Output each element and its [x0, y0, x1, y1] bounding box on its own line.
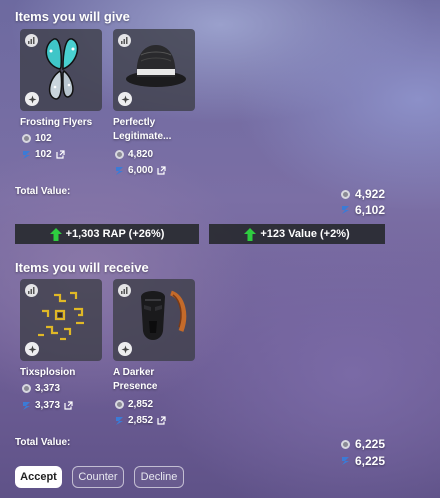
item-value-perfectly-legitimate[interactable]: 6,000 [115, 165, 166, 176]
item-value-a-darker-presence[interactable]: 2,852 [115, 415, 166, 426]
value-icon [116, 416, 123, 425]
external-link-icon[interactable] [64, 401, 73, 410]
receive-total-label: Total Value: [15, 437, 71, 448]
external-link-icon[interactable] [56, 150, 65, 159]
item-name-perfectly-legitimate[interactable]: Perfectly Legitimate... [113, 116, 171, 144]
give-total-label: Total Value: [15, 186, 71, 197]
give-total-rap: 4,922 [340, 187, 385, 201]
value-icon [23, 401, 30, 410]
limited-icon [118, 342, 132, 356]
give-section-title: Items you will give [15, 9, 130, 24]
item-name-a-darker-presence[interactable]: A Darker Presence [113, 366, 157, 394]
external-link-icon[interactable] [157, 166, 166, 175]
rap-icon [22, 134, 31, 143]
item-thumbnail-frosting-flyers[interactable] [20, 29, 102, 111]
give-total-value: 6,102 [341, 203, 385, 217]
item-thumbnail-a-darker-presence[interactable] [113, 279, 195, 361]
value-icon [23, 150, 30, 159]
item-rap-a-darker-presence: 2,852 [115, 399, 153, 410]
chart-icon[interactable] [25, 34, 38, 47]
item-thumbnail-perfectly-legitimate[interactable] [113, 29, 195, 111]
receive-total-value: 6,225 [341, 454, 385, 468]
item-name-tixsplosion[interactable]: Tixsplosion [20, 366, 75, 380]
receive-section-title: Items you will receive [15, 260, 149, 275]
value-icon [341, 457, 349, 465]
tixsplosion-image [38, 291, 84, 341]
decline-button[interactable]: Decline [134, 466, 184, 488]
value-icon [116, 166, 123, 175]
dark-mask-image [141, 290, 187, 340]
limited-icon [118, 92, 132, 106]
rap-icon [22, 384, 31, 393]
item-value-frosting-flyers[interactable]: 102 [22, 149, 65, 160]
up-arrow-icon [49, 227, 62, 241]
limited-icon [25, 92, 39, 106]
item-thumbnail-tixsplosion[interactable] [20, 279, 102, 361]
rap-icon [115, 150, 124, 159]
counter-button[interactable]: Counter [72, 466, 124, 488]
item-rap-perfectly-legitimate: 4,820 [115, 149, 153, 160]
rap-icon [115, 400, 124, 409]
receive-total-rap: 6,225 [340, 437, 385, 451]
chart-icon[interactable] [118, 284, 131, 297]
item-name-frosting-flyers[interactable]: Frosting Flyers [20, 116, 92, 130]
item-rap-frosting-flyers: 102 [22, 133, 52, 144]
rap-icon [340, 189, 350, 199]
limited-icon [25, 342, 39, 356]
rap-change-summary: +1,303 RAP (+26%) [15, 224, 199, 244]
accept-button[interactable]: Accept [15, 466, 62, 488]
fedora-hat-image [126, 45, 186, 87]
up-arrow-icon [244, 227, 257, 241]
rap-icon [340, 439, 350, 449]
value-icon [341, 206, 349, 214]
value-change-summary: +123 Value (+2%) [209, 224, 385, 244]
frosting-flyers-image [45, 38, 79, 100]
item-rap-tixsplosion: 3,373 [22, 383, 60, 394]
external-link-icon[interactable] [157, 416, 166, 425]
item-value-tixsplosion[interactable]: 3,373 [22, 400, 73, 411]
